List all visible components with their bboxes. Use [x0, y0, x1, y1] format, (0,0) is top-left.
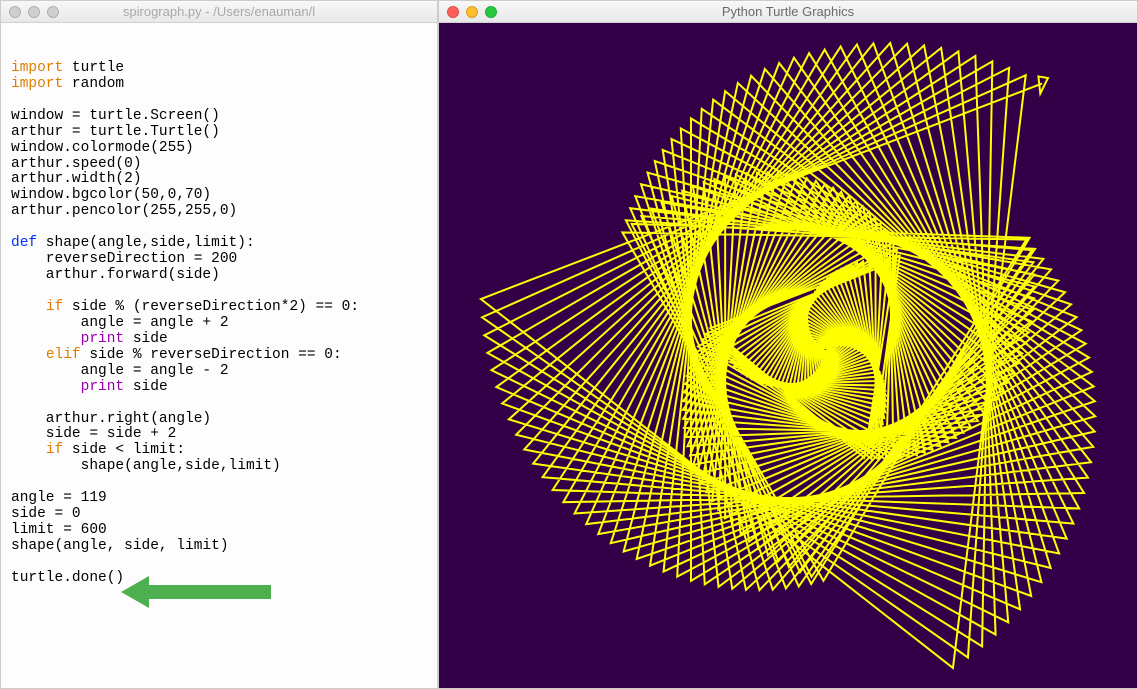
- turtle-titlebar[interactable]: Python Turtle Graphics: [439, 1, 1137, 23]
- code-line: arthur = turtle.Turtle(): [11, 125, 427, 141]
- code-line: window = turtle.Screen(): [11, 109, 427, 125]
- code-line: [11, 220, 427, 236]
- turtle-canvas: [439, 23, 1137, 688]
- close-icon[interactable]: [9, 6, 21, 18]
- code-editor[interactable]: import turtleimport random window = turtl…: [1, 23, 437, 688]
- code-line: turtle.done(): [11, 571, 427, 587]
- code-line: shape(angle, side, limit): [11, 539, 427, 555]
- code-line: arthur.pencolor(255,255,0): [11, 204, 427, 220]
- minimize-icon[interactable]: [28, 6, 40, 18]
- code-line: arthur.right(angle): [11, 412, 427, 428]
- code-line: angle = 119: [11, 491, 427, 507]
- code-line: [11, 93, 427, 109]
- code-line: if side < limit:: [11, 443, 427, 459]
- code-line: window.colormode(255): [11, 141, 427, 157]
- code-line: [11, 396, 427, 412]
- code-line: if side % (reverseDirection*2) == 0:: [11, 300, 427, 316]
- code-line: angle = angle + 2: [11, 316, 427, 332]
- code-line: side = side + 2: [11, 427, 427, 443]
- code-line: reverseDirection = 200: [11, 252, 427, 268]
- code-content: import turtleimport random window = turtl…: [11, 61, 427, 587]
- code-line: [11, 555, 427, 571]
- code-line: side = 0: [11, 507, 427, 523]
- turtle-window: Python Turtle Graphics: [438, 0, 1138, 689]
- code-line: [11, 475, 427, 491]
- code-line: import random: [11, 77, 427, 93]
- code-line: limit = 600: [11, 523, 427, 539]
- code-line: arthur.width(2): [11, 172, 427, 188]
- editor-titlebar[interactable]: spirograph.py - /Users/enauman/l: [1, 1, 437, 23]
- close-icon[interactable]: [447, 6, 459, 18]
- code-line: angle = angle - 2: [11, 364, 427, 380]
- code-line: arthur.forward(side): [11, 268, 427, 284]
- traffic-lights-inactive: [1, 6, 59, 18]
- minimize-icon[interactable]: [466, 6, 478, 18]
- traffic-lights-active: [439, 6, 497, 18]
- spirograph-drawing: [439, 23, 1137, 688]
- code-line: print side: [11, 380, 427, 396]
- maximize-icon[interactable]: [485, 6, 497, 18]
- turtle-title: Python Turtle Graphics: [439, 4, 1137, 19]
- maximize-icon[interactable]: [47, 6, 59, 18]
- code-line: arthur.speed(0): [11, 157, 427, 173]
- code-line: print side: [11, 332, 427, 348]
- editor-title: spirograph.py - /Users/enauman/l: [1, 4, 437, 19]
- code-line: import turtle: [11, 61, 427, 77]
- code-line: elif side % reverseDirection == 0:: [11, 348, 427, 364]
- editor-window: spirograph.py - /Users/enauman/l import …: [0, 0, 438, 689]
- code-line: window.bgcolor(50,0,70): [11, 188, 427, 204]
- code-line: [11, 284, 427, 300]
- code-line: def shape(angle,side,limit):: [11, 236, 427, 252]
- code-line: shape(angle,side,limit): [11, 459, 427, 475]
